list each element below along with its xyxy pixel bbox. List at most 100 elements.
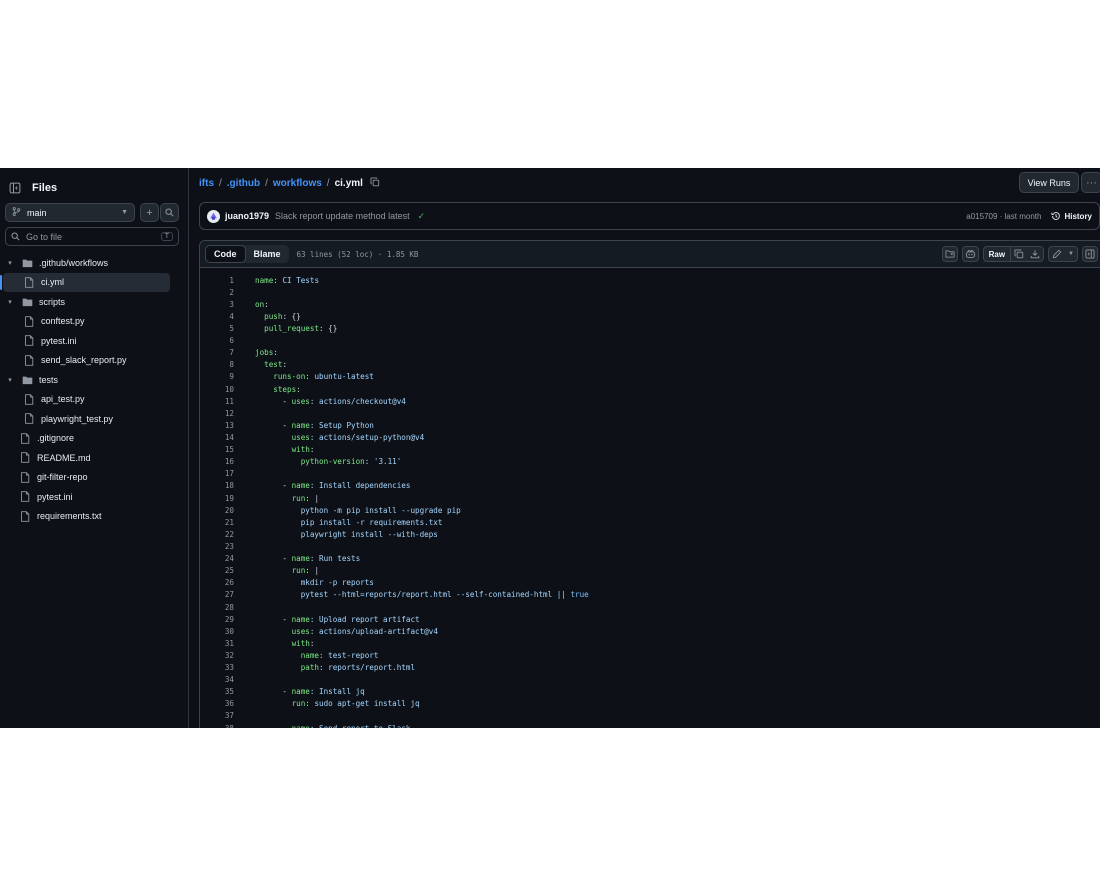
line-number[interactable]: 31 [200, 639, 234, 648]
code-token: : [309, 638, 315, 648]
line-number[interactable]: 35 [200, 687, 234, 696]
line-number[interactable]: 14 [200, 433, 234, 442]
line-content: name: test-report [255, 651, 379, 660]
line-number[interactable]: 10 [200, 385, 234, 394]
line-number[interactable]: 3 [200, 300, 234, 309]
line-number[interactable]: 8 [200, 360, 234, 369]
line-number[interactable]: 34 [200, 675, 234, 684]
line-number[interactable]: 30 [200, 627, 234, 636]
commit-hash[interactable]: a015709 [966, 212, 997, 221]
line-number[interactable]: 37 [200, 711, 234, 720]
tree-file[interactable]: README.md [0, 448, 189, 468]
code-token: mkdir -p reports [255, 578, 374, 588]
chevron-down-icon[interactable]: ▾ [5, 259, 15, 267]
line-number[interactable]: 20 [200, 506, 234, 515]
breadcrumb-repo-link[interactable]: ifts [199, 178, 214, 189]
code-view[interactable]: 1 name: CI Tests 2 3 on: 4 push: {} 5 pull_req… [200, 274, 1100, 728]
code-token: : CI Tests [273, 275, 320, 285]
tree-file[interactable]: requirements.txt [0, 507, 189, 527]
line-number[interactable]: 38 [200, 724, 234, 728]
line-number[interactable]: 17 [200, 469, 234, 478]
chevron-down-icon[interactable]: ▾ [5, 376, 15, 384]
more-options-button[interactable]: ··· [1081, 172, 1100, 193]
line-number[interactable]: 24 [200, 554, 234, 563]
tree-item-label: tests [39, 374, 59, 385]
history-button[interactable]: History [1051, 211, 1092, 221]
tree-file[interactable]: playwright_test.py [0, 409, 189, 429]
line-number[interactable]: 27 [200, 590, 234, 599]
tree-file[interactable]: send_slack_report.py [0, 351, 189, 371]
code-token: name [291, 481, 310, 491]
commit-author[interactable]: juano1979 [225, 211, 269, 221]
line-content: test: [255, 360, 287, 369]
search-button[interactable] [160, 203, 179, 222]
collapse-sidebar-icon[interactable] [6, 179, 24, 197]
tree-file[interactable]: api_test.py [0, 390, 189, 410]
tree-folder[interactable]: ▾ tests [0, 370, 189, 390]
line-number[interactable]: 2 [200, 288, 234, 297]
code-token: : [273, 348, 278, 358]
line-number[interactable]: 23 [200, 542, 234, 551]
line-content: python-version: '3.11' [255, 457, 402, 466]
line-number[interactable]: 32 [200, 651, 234, 660]
tab-code[interactable]: Code [205, 245, 246, 263]
tree-item-label: pytest.ini [41, 335, 77, 346]
tree-file[interactable]: git-filter-repo [0, 468, 189, 488]
tree-folder[interactable]: ▾ .github/workflows [0, 253, 189, 273]
code-token: - [255, 687, 292, 697]
view-runs-button[interactable]: View Runs [1019, 172, 1079, 193]
line-number[interactable]: 15 [200, 445, 234, 454]
tree-file[interactable]: .gitignore [0, 429, 189, 449]
edit-options-button[interactable]: ▼ [1065, 247, 1077, 261]
code-token: uses [291, 396, 310, 406]
line-number[interactable]: 19 [200, 494, 234, 503]
line-number[interactable]: 33 [200, 663, 234, 672]
tree-file[interactable]: ci.yml [0, 272, 170, 292]
branch-selector[interactable]: main ▼ [5, 203, 135, 222]
code-token: - [255, 420, 292, 430]
copy-path-icon[interactable] [370, 177, 380, 190]
tree-file[interactable]: pytest.ini [0, 487, 189, 507]
copilot-button[interactable] [961, 246, 979, 262]
line-number[interactable]: 9 [200, 372, 234, 381]
go-to-file-input[interactable]: Go to file T [5, 227, 179, 246]
file-icon [23, 393, 35, 405]
raw-button[interactable]: Raw [984, 247, 1012, 261]
line-number[interactable]: 22 [200, 530, 234, 539]
symbols-panel-button[interactable] [1082, 246, 1098, 262]
symbols-button[interactable] [941, 246, 958, 262]
line-number[interactable]: 16 [200, 457, 234, 466]
line-number[interactable]: 12 [200, 409, 234, 418]
tree-file[interactable]: conftest.py [0, 312, 189, 332]
check-icon[interactable]: ✓ [418, 211, 426, 222]
tab-blame[interactable]: Blame [246, 245, 289, 263]
line-number[interactable]: 7 [200, 348, 234, 357]
add-file-button[interactable]: + [140, 203, 159, 222]
commit-message[interactable]: Slack report update method latest [275, 211, 410, 221]
edit-button[interactable] [1049, 247, 1065, 261]
line-number[interactable]: 18 [200, 481, 234, 490]
breadcrumb-workflows-link[interactable]: workflows [273, 178, 322, 189]
line-number[interactable]: 6 [200, 336, 234, 345]
download-button[interactable] [1027, 247, 1043, 261]
kebab-icon: ··· [1086, 176, 1097, 189]
line-number[interactable]: 1 [200, 276, 234, 285]
line-number[interactable]: 13 [200, 421, 234, 430]
keyboard-shortcut-hint: T [160, 232, 173, 241]
avatar[interactable] [207, 209, 220, 223]
line-number[interactable]: 36 [200, 699, 234, 708]
line-number[interactable]: 29 [200, 615, 234, 624]
line-number[interactable]: 21 [200, 518, 234, 527]
line-number[interactable]: 28 [200, 603, 234, 612]
line-number[interactable]: 26 [200, 578, 234, 587]
breadcrumb-github-link[interactable]: .github [227, 178, 260, 189]
chevron-down-icon[interactable]: ▾ [5, 298, 15, 306]
tree-folder[interactable]: ▾ scripts [0, 292, 189, 312]
search-icon [11, 232, 20, 241]
line-number[interactable]: 25 [200, 566, 234, 575]
tree-file[interactable]: pytest.ini [0, 331, 189, 351]
copy-raw-button[interactable] [1011, 247, 1027, 261]
line-number[interactable]: 5 [200, 324, 234, 333]
line-number[interactable]: 4 [200, 312, 234, 321]
line-number[interactable]: 11 [200, 397, 234, 406]
